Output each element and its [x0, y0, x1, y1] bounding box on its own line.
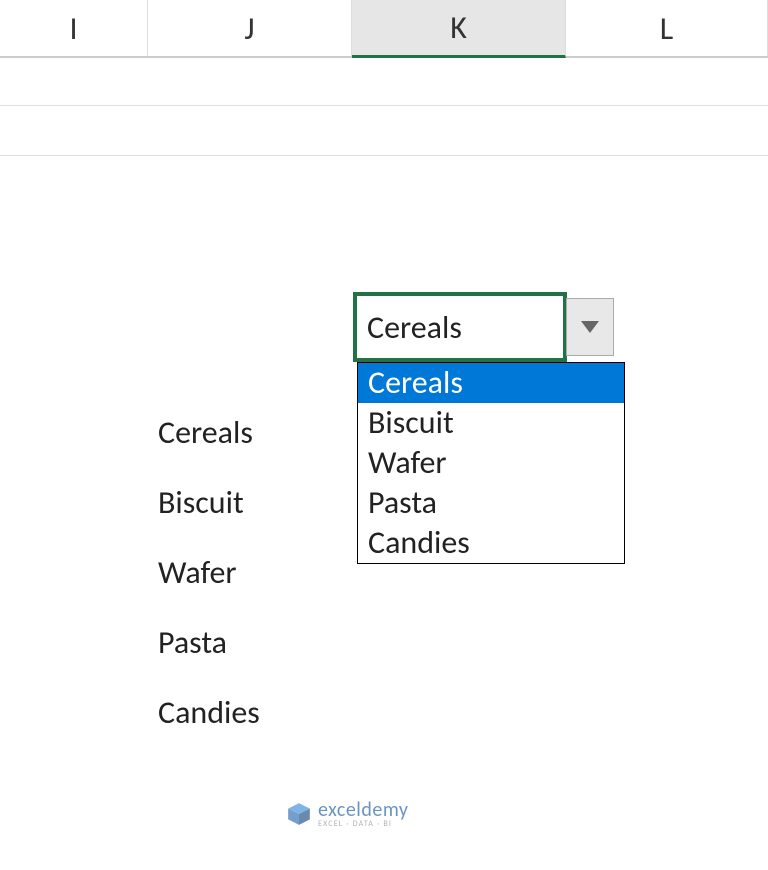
watermark-tagline: EXCEL · DATA · BI [318, 820, 408, 828]
column-header-i[interactable]: I [0, 0, 148, 56]
watermark-text: exceldemy EXCEL · DATA · BI [318, 800, 408, 828]
list-item[interactable]: Biscuit [158, 468, 260, 538]
chevron-down-icon [581, 321, 599, 333]
gridline [0, 105, 768, 106]
dropdown-item[interactable]: Candies [358, 523, 624, 563]
list-item[interactable]: Candies [158, 678, 260, 748]
column-header-k[interactable]: K [352, 0, 566, 58]
watermark-brand: exceldemy [318, 800, 408, 820]
dropdown-item[interactable]: Cereals [358, 363, 624, 403]
column-header-j[interactable]: J [148, 0, 352, 56]
column-headers-row: I J K L [0, 0, 768, 58]
dropdown-item[interactable]: Biscuit [358, 403, 624, 443]
column-header-l[interactable]: L [566, 0, 768, 56]
selected-cell-value: Cereals [367, 308, 462, 347]
dropdown-toggle-button[interactable] [566, 298, 614, 356]
dropdown-item[interactable]: Pasta [358, 483, 624, 523]
dropdown-list[interactable]: Cereals Biscuit Wafer Pasta Candies [357, 362, 625, 564]
gridline [0, 155, 768, 156]
watermark: exceldemy EXCEL · DATA · BI [286, 800, 408, 828]
cube-icon [286, 801, 312, 827]
list-item[interactable]: Cereals [158, 398, 260, 468]
list-item[interactable]: Pasta [158, 608, 260, 678]
list-item[interactable]: Wafer [158, 538, 260, 608]
source-list-column: Cereals Biscuit Wafer Pasta Candies [158, 398, 260, 748]
selected-cell[interactable]: Cereals [353, 292, 567, 362]
dropdown-item[interactable]: Wafer [358, 443, 624, 483]
